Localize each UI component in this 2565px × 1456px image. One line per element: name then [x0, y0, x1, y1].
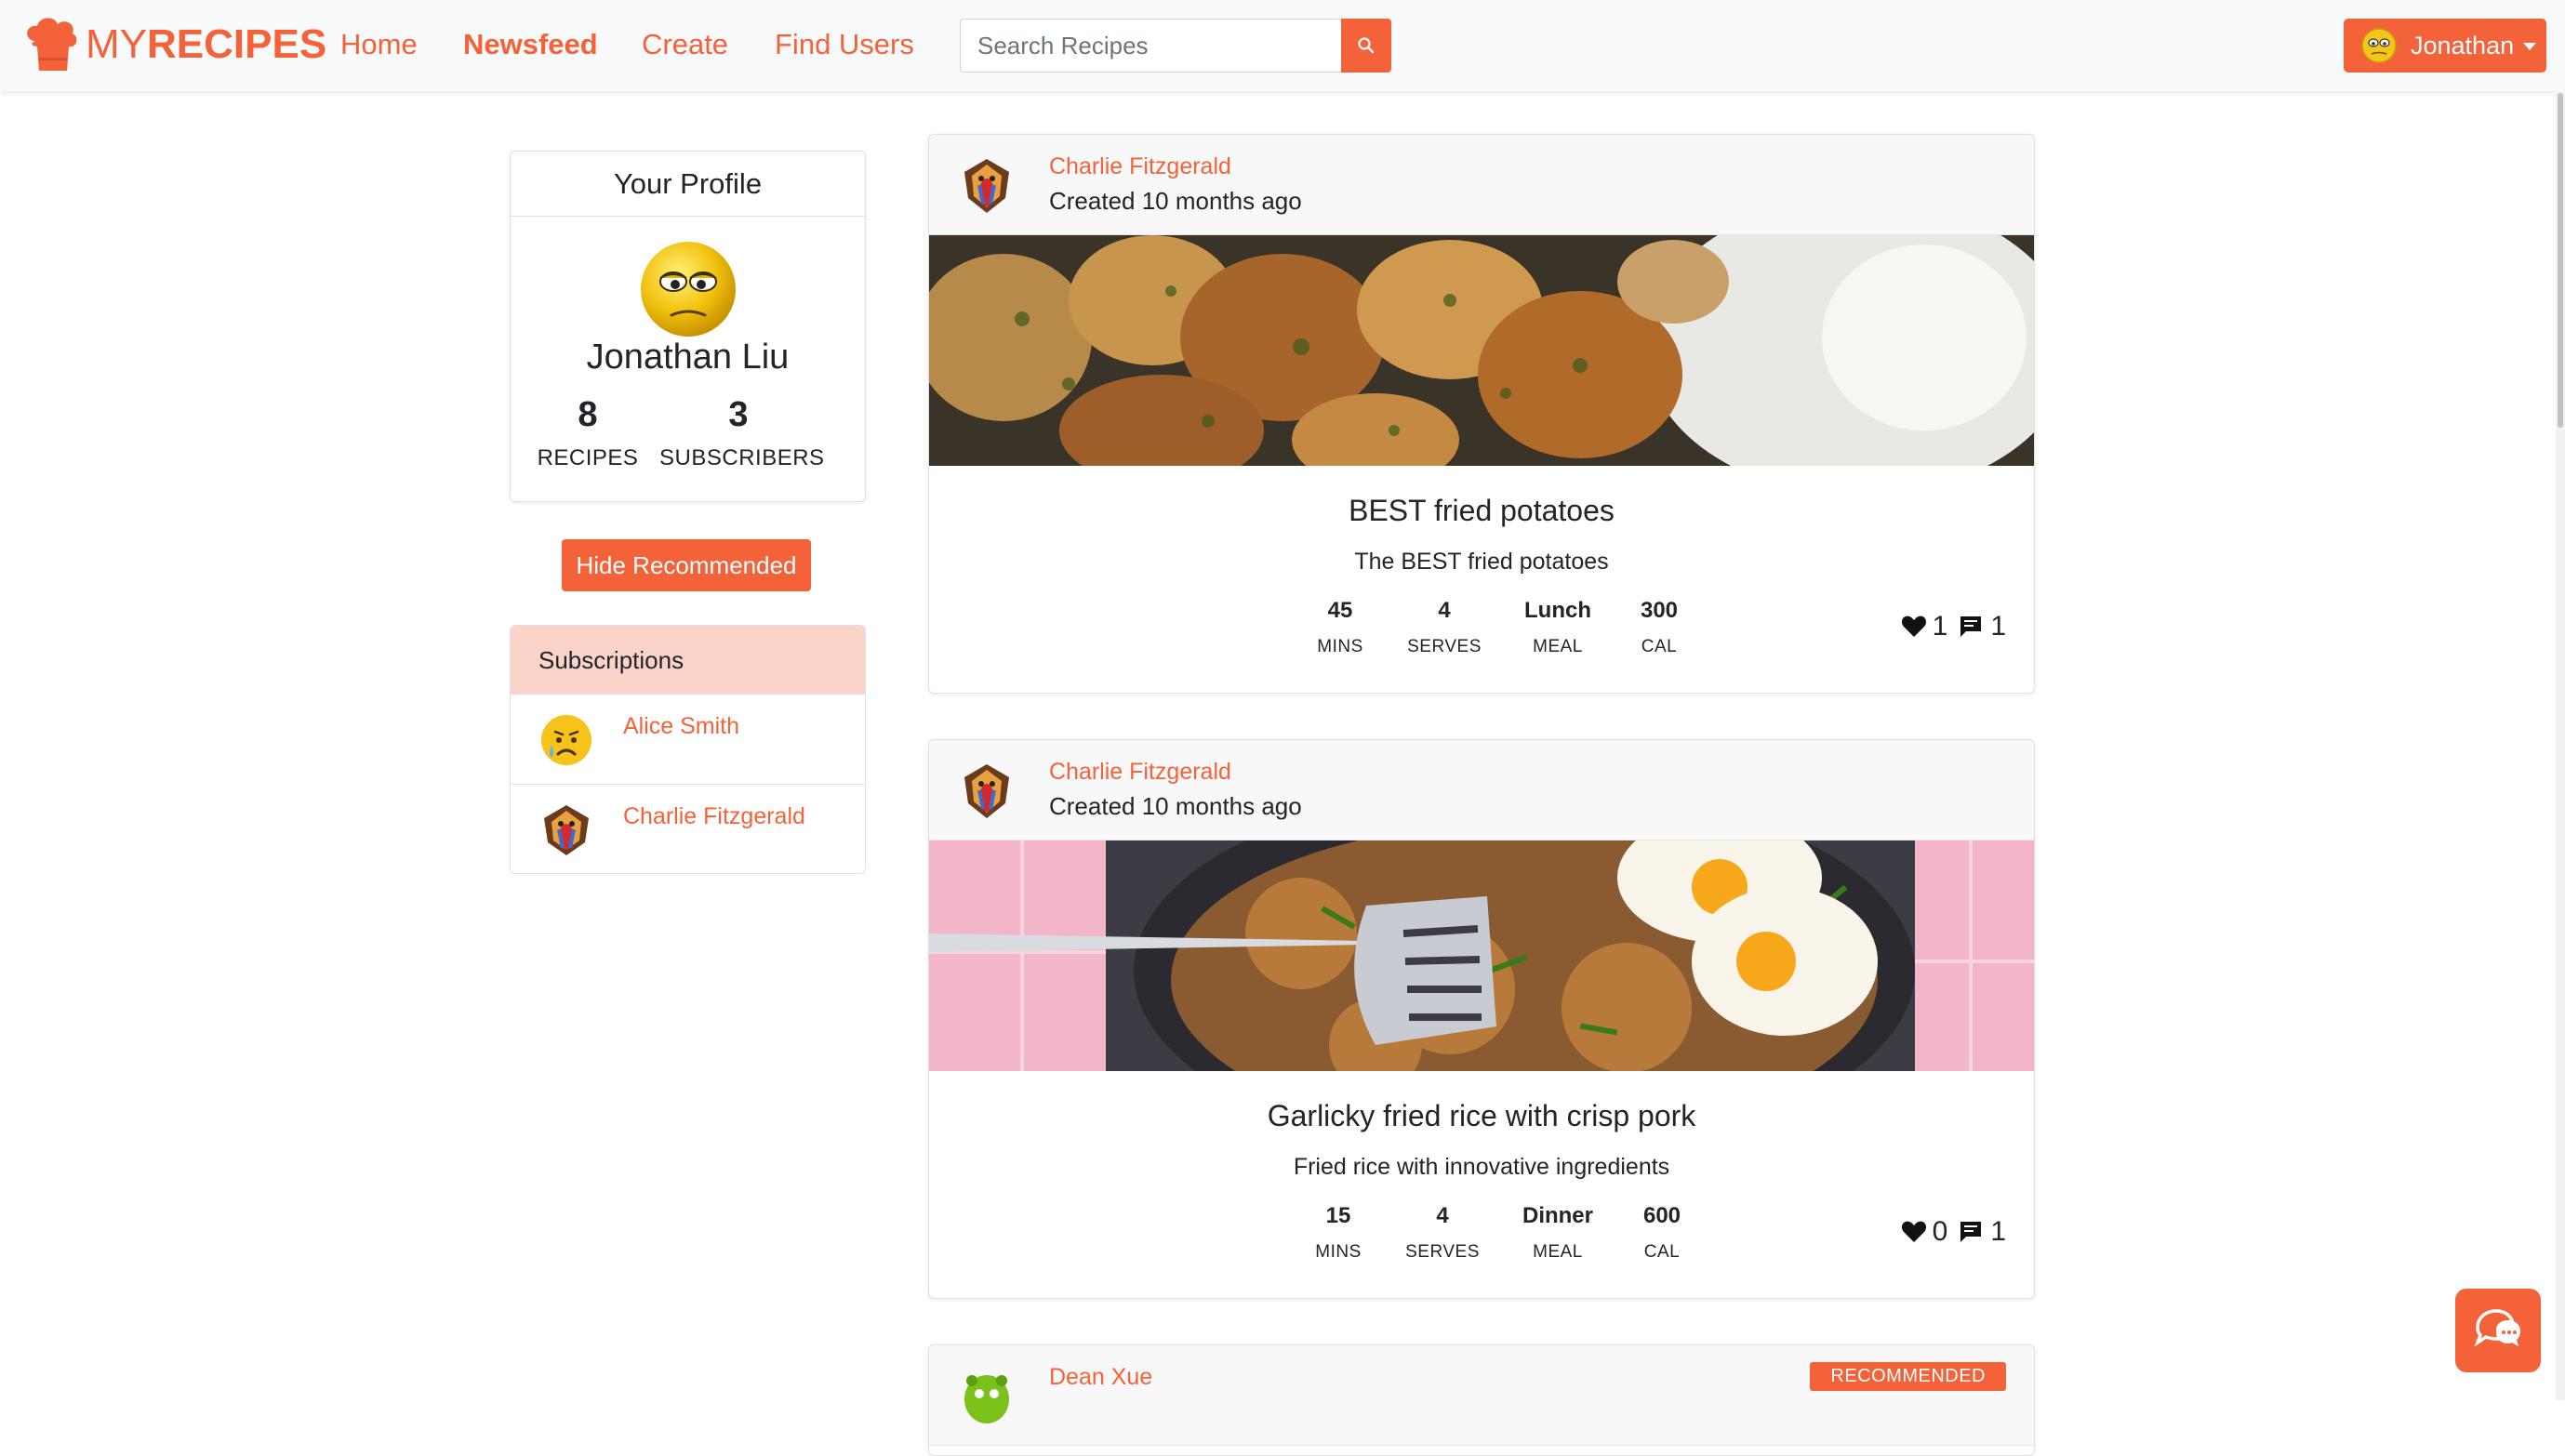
- subscription-item[interactable]: Charlie Fitzgerald: [511, 785, 865, 873]
- subscription-name[interactable]: Charlie Fitzgerald: [623, 803, 805, 830]
- nav-home[interactable]: Home: [340, 26, 418, 63]
- recipe-image[interactable]: [929, 235, 2034, 466]
- profile-card: Your Profile Jonathan Liu 8 RECIPES 3 SU…: [510, 151, 866, 502]
- recipe-title[interactable]: Garlicky fried rice with crisp pork: [929, 1099, 2034, 1133]
- subscription-name[interactable]: Alice Smith: [623, 713, 739, 740]
- recipe-stat-meal: Dinner MEAL: [1522, 1203, 1593, 1262]
- recipe-created-date: Created 10 months ago: [1049, 187, 1302, 215]
- recipe-description: Fried rice with innovative ingredients: [1293, 1154, 1670, 1180]
- recipe-author-link[interactable]: Dean Xue: [1049, 1364, 1152, 1391]
- subscribers-count: 3: [728, 395, 749, 434]
- recipe-actions: 0 1: [1901, 1216, 2006, 1248]
- recipe-stat-time: 45 MINS: [1317, 598, 1363, 656]
- chef-hat-icon: [27, 18, 77, 71]
- recipe-author-link[interactable]: Charlie Fitzgerald: [1049, 153, 1231, 180]
- chat-button[interactable]: [2455, 1289, 2541, 1372]
- recipe-stat-time: 15 MINS: [1315, 1203, 1362, 1262]
- recipe-image[interactable]: [929, 841, 2034, 1071]
- like-count: 1: [1932, 611, 1948, 642]
- user-avatar-icon: [2361, 28, 2397, 63]
- recipes-label: RECIPES: [537, 445, 639, 470]
- top-navbar: MYRECIPES Home Newsfeed Create Find User…: [0, 0, 2565, 91]
- recipe-stats: 45 MINS 4 SERVES Lunch MEAL 300 CAL 1 1: [929, 598, 2034, 691]
- search-input[interactable]: [960, 19, 1341, 73]
- recipe-stat-serves: 4 SERVES: [1405, 1203, 1480, 1262]
- mandrill-icon: [964, 159, 1009, 213]
- search-button[interactable]: [1341, 19, 1391, 73]
- mandrill-icon: [964, 764, 1009, 818]
- comment-icon[interactable]: [1959, 1220, 1983, 1244]
- recipe-card-header: Charlie Fitzgerald Created 10 months ago: [929, 740, 2034, 841]
- search-bar: [960, 19, 1391, 73]
- recipe-stats: 15 MINS 4 SERVES Dinner MEAL 600 CAL 0 1: [929, 1203, 2034, 1296]
- recipe-card-header: Dean Xue RECOMMENDED: [929, 1345, 2034, 1446]
- brand-logo[interactable]: MYRECIPES: [22, 17, 326, 73]
- recipe-card[interactable]: Charlie Fitzgerald Created 10 months ago: [928, 739, 2035, 1299]
- recipe-author-link[interactable]: Charlie Fitzgerald: [1049, 759, 1231, 786]
- recipe-created-date: Created 10 months ago: [1049, 792, 1302, 820]
- scrollbar-thumb[interactable]: [2558, 93, 2563, 428]
- recipe-stat-calories: 300 CAL: [1640, 598, 1679, 656]
- chevron-down-icon: [2523, 43, 2537, 50]
- recommended-badge: RECOMMENDED: [1810, 1362, 2006, 1391]
- comment-count: 1: [1990, 1216, 2006, 1247]
- heart-icon[interactable]: [1901, 615, 1927, 639]
- recipe-actions: 1 1: [1901, 611, 2006, 642]
- recipe-stat-serves: 4 SERVES: [1407, 598, 1482, 656]
- comment-icon[interactable]: [1959, 615, 1983, 639]
- crying-face-icon: [541, 715, 591, 765]
- subscriptions-card: Subscriptions Alice Smith Charlie Fitzge…: [510, 625, 866, 874]
- nav-newsfeed[interactable]: Newsfeed: [463, 26, 598, 63]
- profile-avatar: [641, 242, 736, 337]
- profile-name: Jonathan Liu: [586, 338, 790, 377]
- brand-prefix: MY: [86, 21, 147, 67]
- hide-recommended-button[interactable]: Hide Recommended: [562, 539, 811, 591]
- user-menu-label: Jonathan: [2411, 31, 2515, 60]
- comment-count: 1: [1990, 611, 2006, 642]
- nav-create[interactable]: Create: [642, 26, 728, 63]
- user-menu-button[interactable]: Jonathan: [2344, 19, 2546, 73]
- alien-avatar-icon: [964, 1375, 1009, 1423]
- profile-card-header: Your Profile: [511, 152, 865, 217]
- subscription-item[interactable]: Alice Smith: [511, 695, 865, 785]
- fried-potatoes-photo: [929, 235, 2034, 466]
- recipe-stat-calories: 600 CAL: [1642, 1203, 1681, 1262]
- recipe-title[interactable]: BEST fried potatoes: [929, 494, 2034, 528]
- search-icon: [1358, 37, 1375, 54]
- brand-suffix: RECIPES: [147, 21, 327, 67]
- like-count: 0: [1932, 1216, 1948, 1247]
- recipe-card-header: Charlie Fitzgerald Created 10 months ago: [929, 135, 2034, 235]
- subscriptions-header: Subscriptions: [511, 626, 865, 695]
- mandrill-icon: [544, 805, 589, 855]
- subscribers-label: SUBSCRIBERS: [659, 445, 825, 470]
- recipe-stat-meal: Lunch MEAL: [1524, 598, 1591, 656]
- recipes-count: 8: [578, 395, 598, 434]
- fried-rice-photo: [929, 841, 2034, 1071]
- chat-bubbles-icon: [2474, 1309, 2520, 1347]
- heart-icon[interactable]: [1901, 1220, 1927, 1244]
- nav-find-users[interactable]: Find Users: [775, 26, 914, 63]
- recipe-description: The BEST fried potatoes: [1354, 549, 1609, 575]
- recipe-card[interactable]: Dean Xue RECOMMENDED: [928, 1344, 2035, 1456]
- recipe-card[interactable]: Charlie Fitzgerald Created 10 months ago…: [928, 134, 2035, 694]
